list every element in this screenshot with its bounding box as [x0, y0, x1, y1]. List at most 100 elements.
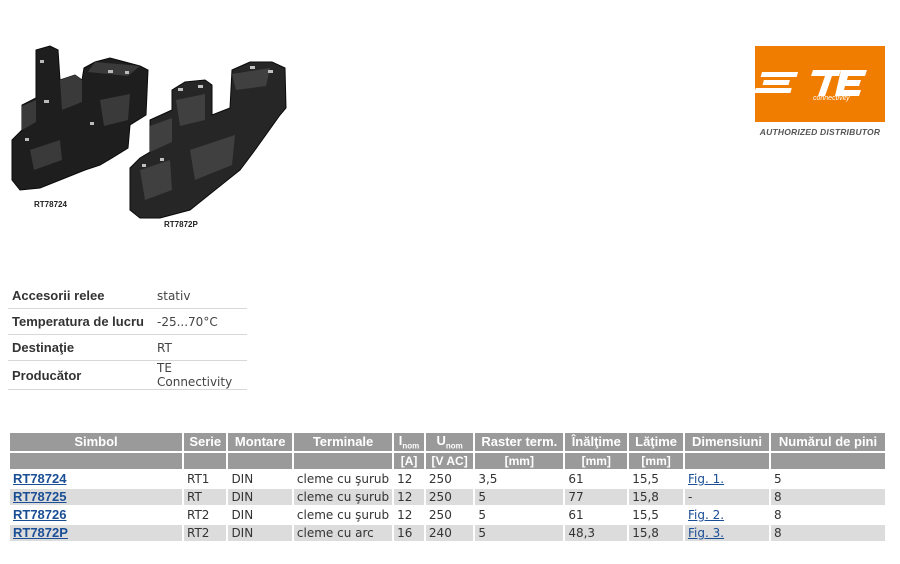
cell-unom: 250 — [428, 471, 452, 486]
cell-raster: 5 — [475, 524, 564, 541]
cell-inom: 16 — [394, 524, 424, 541]
cell-terminale: cleme cu şurub — [296, 471, 390, 486]
header-serie[interactable]: Serie — [184, 433, 227, 451]
header-montare[interactable]: Montare — [228, 433, 292, 451]
cell-latime: 15,8 — [629, 524, 683, 541]
cell-simbol: RT78724 — [10, 471, 182, 487]
figure-link[interactable]: Fig. 1. — [688, 472, 724, 486]
products-table: Simbol Serie Montare Terminale Inom Unom… — [8, 431, 887, 543]
spec-key: Producător — [8, 360, 153, 390]
spec-value: stativ — [153, 283, 247, 309]
cell-montare: DIN — [231, 471, 254, 486]
spec-key: Destinaţie — [8, 334, 153, 361]
image-label-rt78724: RT78724 — [34, 200, 67, 209]
header-inaltime[interactable]: Înălţime — [565, 433, 628, 451]
header-pini[interactable]: Numărul de pini — [771, 433, 885, 451]
unit-empty — [771, 452, 885, 469]
spec-row: Temperatura de lucru -25...70°C — [8, 308, 247, 335]
cell-dimensiuni: Fig. 3. — [685, 524, 769, 541]
cell-serie: RT — [184, 488, 227, 505]
cell-terminale: cleme cu şurub — [296, 507, 390, 522]
unit-empty — [685, 452, 769, 469]
unit-empty — [10, 452, 182, 469]
spec-value: TE Connectivity — [153, 360, 247, 390]
unit-raster: [mm] — [475, 452, 564, 469]
specs-table: Accesorii relee stativ Temperatura de lu… — [8, 283, 247, 390]
cell-inaltime: 61 — [568, 507, 584, 522]
spec-value: RT — [153, 334, 247, 361]
unom-symbol: U — [436, 433, 446, 448]
cell-pini: 8 — [771, 524, 885, 541]
unit-unom: [V AC] — [425, 452, 474, 469]
cell-inom: 12 — [397, 471, 413, 486]
cell-terminale: cleme cu şurub — [293, 488, 393, 505]
header-terminale[interactable]: Terminale — [293, 433, 393, 451]
cell-dimensiuni: Fig. 2. — [685, 507, 769, 523]
spec-row: Destinaţie RT — [8, 334, 247, 361]
cell-serie: RT2 — [187, 507, 210, 522]
header-raster[interactable]: Raster term. — [475, 433, 564, 451]
figure-link[interactable]: Fig. 3. — [688, 526, 724, 540]
cell-inaltime: 61 — [568, 471, 584, 486]
cell-inaltime: 48,3 — [565, 524, 628, 541]
header-simbol[interactable]: Simbol — [10, 433, 182, 451]
table-row: RT78724 RT1 DIN cleme cu şurub 12 250 3,… — [10, 471, 885, 487]
cell-unom: 250 — [428, 507, 452, 522]
header-unom[interactable]: Unom — [425, 433, 474, 451]
cell-montare: DIN — [231, 507, 254, 522]
logo-sub-text: connectivity — [813, 95, 850, 102]
cell-simbol: RT78726 — [10, 507, 182, 523]
header-inom[interactable]: Inom — [394, 433, 424, 451]
cell-serie: RT1 — [187, 471, 210, 486]
cell-montare: DIN — [228, 488, 292, 505]
cell-unom: 250 — [425, 488, 474, 505]
table-header-row: Simbol Serie Montare Terminale Inom Unom… — [10, 433, 885, 451]
cell-dimensiuni: Fig. 1. — [685, 471, 769, 487]
logo-box: connectivity — [754, 46, 885, 122]
te-connectivity-logo: connectivity AUTHORIZED DISTRIBUTOR — [754, 46, 885, 141]
cell-pini: 8 — [774, 507, 782, 522]
cell-simbol: RT78725 — [10, 488, 182, 505]
authorized-distributor-caption: AUTHORIZED DISTRIBUTOR — [759, 127, 881, 137]
cell-raster: 5 — [475, 488, 564, 505]
figure-link[interactable]: Fig. 2. — [688, 508, 724, 522]
cell-simbol: RT7872P — [10, 524, 182, 541]
unit-inom: [A] — [394, 452, 424, 469]
product-link[interactable]: RT78726 — [13, 507, 66, 522]
spec-row: Producător TE Connectivity — [8, 360, 247, 390]
cell-dimensiuni: - — [685, 488, 769, 505]
product-link[interactable]: RT78724 — [13, 471, 66, 486]
unit-empty — [228, 452, 292, 469]
cell-serie: RT2 — [184, 524, 227, 541]
spec-key: Accesorii relee — [8, 283, 153, 309]
product-link[interactable]: RT78725 — [13, 489, 66, 504]
cell-raster: 5 — [478, 507, 486, 522]
header-dimensiuni[interactable]: Dimensiuni — [685, 433, 769, 451]
inom-subscript: nom — [402, 441, 420, 451]
cell-latime: 15,8 — [629, 488, 683, 505]
cell-inom: 12 — [397, 507, 413, 522]
cell-inom: 12 — [394, 488, 424, 505]
spec-value: -25...70°C — [153, 308, 247, 335]
cell-pini: 8 — [771, 488, 885, 505]
spec-key: Temperatura de lucru — [8, 308, 153, 335]
relay-socket-illustration — [11, 45, 287, 219]
header-latime[interactable]: Lăţime — [629, 433, 683, 451]
table-row: RT78726 RT2 DIN cleme cu şurub 12 250 5 … — [10, 507, 885, 523]
unit-empty — [184, 452, 227, 469]
table-row: RT7872P RT2 DIN cleme cu arc 16 240 5 48… — [10, 524, 885, 541]
te-logo-mark-icon — [754, 70, 867, 96]
cell-latime: 15,5 — [632, 471, 659, 486]
cell-latime: 15,5 — [632, 507, 659, 522]
table-units-row: [A] [V AC] [mm] [mm] [mm] — [10, 452, 885, 469]
cell-raster: 3,5 — [478, 471, 498, 486]
product-link[interactable]: RT7872P — [13, 525, 68, 540]
cell-pini: 5 — [774, 471, 782, 486]
unit-empty — [293, 452, 393, 469]
unit-latime: [mm] — [629, 452, 683, 469]
spec-row: Accesorii relee stativ — [8, 283, 247, 309]
table-row: RT78725 RT DIN cleme cu şurub 12 250 5 7… — [10, 488, 885, 505]
cell-montare: DIN — [228, 524, 292, 541]
image-label-rt7872p: RT7872P — [164, 220, 198, 229]
cell-inaltime: 77 — [565, 488, 628, 505]
